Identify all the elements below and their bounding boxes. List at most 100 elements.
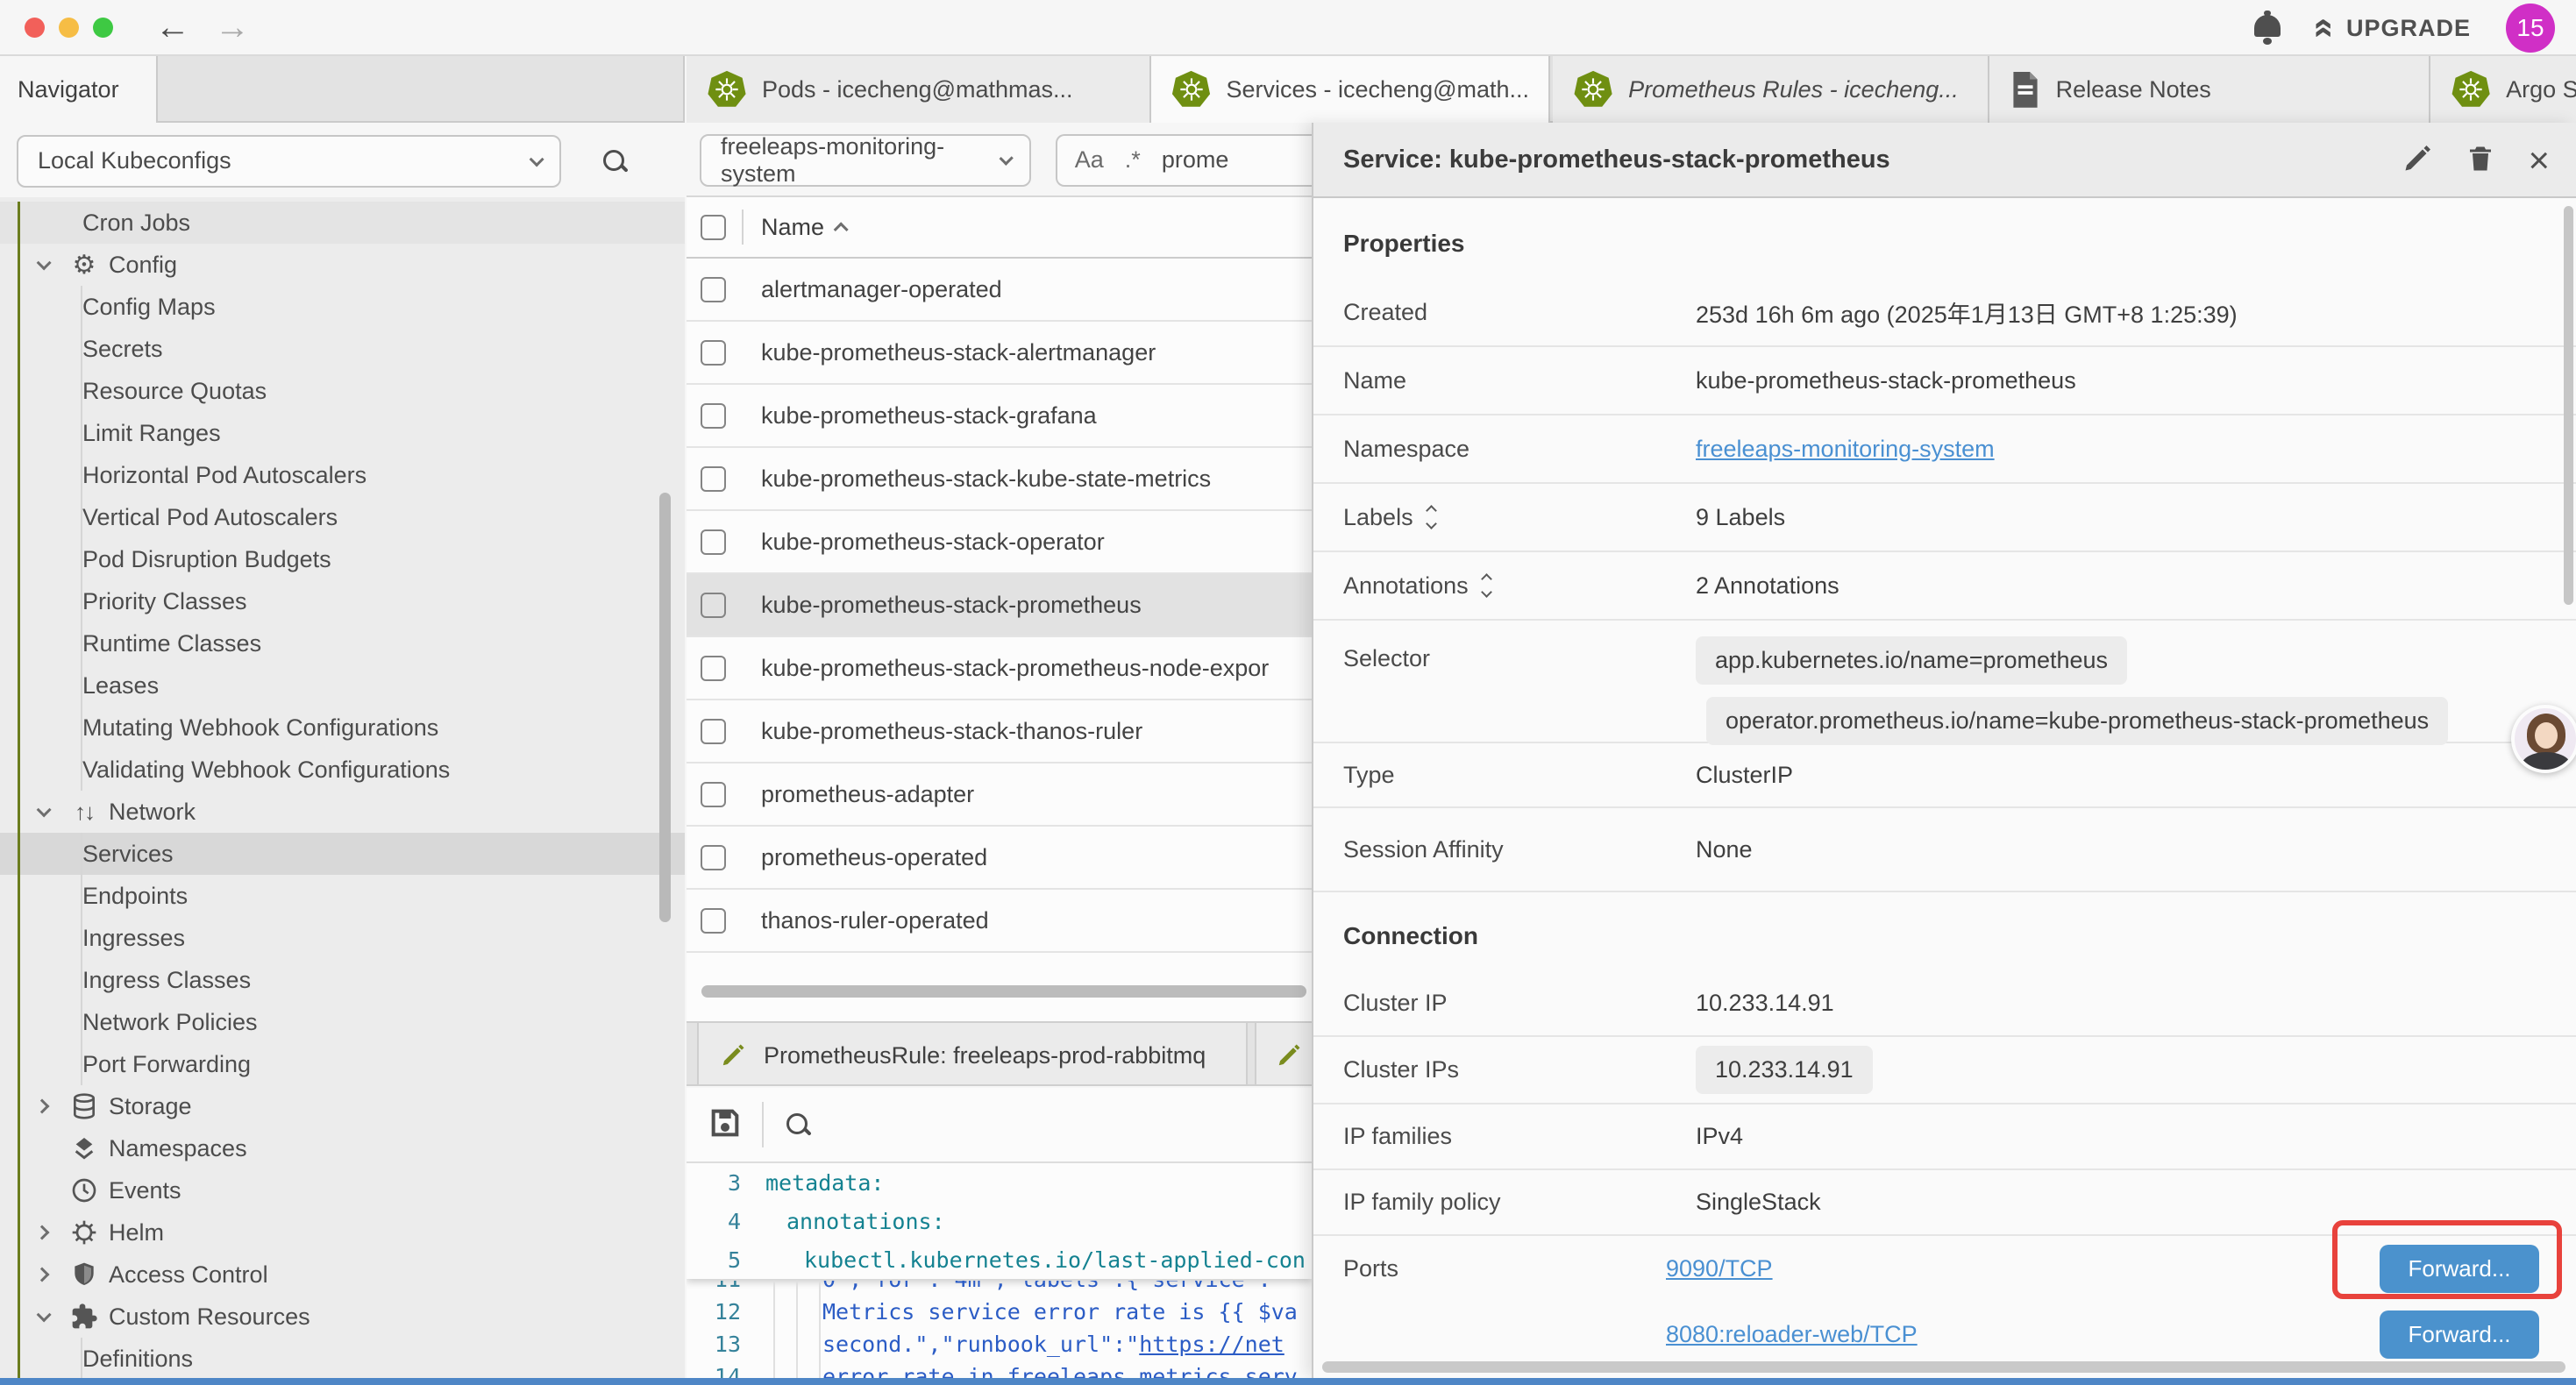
forward-arrow-icon[interactable]: → xyxy=(215,1,250,53)
sidebar-item-config[interactable]: ⚙ Config xyxy=(0,244,685,286)
sidebar-item-validating-webhook-configurations[interactable]: Validating Webhook Configurations xyxy=(0,749,685,791)
annotations-count[interactable]: 2 Annotations xyxy=(1696,572,1839,600)
sidebar-item-limit-ranges[interactable]: Limit Ranges xyxy=(0,412,685,454)
table-row-selected[interactable]: kube-prometheus-stack-prometheus xyxy=(687,574,1312,637)
name-column-header[interactable]: Name xyxy=(761,214,824,241)
database-icon xyxy=(67,1092,102,1120)
save-icon[interactable] xyxy=(708,1105,743,1145)
sidebar-item-network-policies[interactable]: Network Policies xyxy=(0,1001,685,1043)
selector-chip[interactable]: app.kubernetes.io/name=prometheus xyxy=(1696,636,2127,685)
row-checkbox[interactable] xyxy=(701,908,726,934)
sidebar-item-config-maps[interactable]: Config Maps xyxy=(0,286,685,328)
select-all-checkbox[interactable] xyxy=(701,215,726,240)
sidebar-item-ingress-classes[interactable]: Ingress Classes xyxy=(0,959,685,1001)
table-row[interactable]: kube-prometheus-stack-prometheus-node-ex… xyxy=(687,637,1312,700)
regex-toggle[interactable]: .* xyxy=(1125,146,1141,174)
tab-pods[interactable]: Pods - icecheng@mathmas... xyxy=(687,56,1151,123)
match-case-toggle[interactable]: Aa xyxy=(1075,146,1104,174)
sidebar-item-definitions[interactable]: Definitions xyxy=(0,1338,685,1378)
row-checkbox[interactable] xyxy=(701,593,726,618)
cluster-ips-chip[interactable]: 10.233.14.91 xyxy=(1696,1046,1873,1094)
row-checkbox[interactable] xyxy=(701,529,726,555)
table-row[interactable]: kube-prometheus-stack-grafana xyxy=(687,385,1312,448)
sidebar-item-port-forwarding[interactable]: Port Forwarding xyxy=(0,1043,685,1085)
table-row[interactable]: prometheus-adapter xyxy=(687,764,1312,827)
editor-search-icon[interactable] xyxy=(785,1112,811,1138)
row-checkbox[interactable] xyxy=(701,782,726,807)
sidebar-item-resource-quotas[interactable]: Resource Quotas xyxy=(0,370,685,412)
sidebar-item-endpoints[interactable]: Endpoints xyxy=(0,875,685,917)
expand-collapse-icon[interactable] xyxy=(1483,575,1491,596)
row-checkbox[interactable] xyxy=(701,719,726,744)
tab-navigator[interactable]: Navigator xyxy=(0,56,158,123)
table-horizontal-scrollbar-thumb[interactable] xyxy=(701,985,1306,998)
table-row[interactable]: kube-prometheus-stack-kube-state-metrics xyxy=(687,448,1312,511)
table-row[interactable]: kube-prometheus-stack-thanos-ruler xyxy=(687,700,1312,764)
minimize-window-button[interactable] xyxy=(59,18,79,38)
sidebar-item-vertical-pod-autoscalers[interactable]: Vertical Pod Autoscalers xyxy=(0,496,685,538)
namespace-link[interactable]: freeleaps-monitoring-system xyxy=(1696,436,1995,463)
sidebar-item-cron-jobs[interactable]: Cron Jobs xyxy=(0,202,685,244)
sidebar-scrollbar-thumb[interactable] xyxy=(659,493,671,922)
sidebar-item-helm[interactable]: Helm xyxy=(0,1211,685,1254)
row-checkbox[interactable] xyxy=(701,656,726,681)
sidebar-item-leases[interactable]: Leases xyxy=(0,664,685,707)
port-link[interactable]: 9090/TCP xyxy=(1666,1255,1773,1282)
delete-trash-icon[interactable] xyxy=(2465,143,2496,179)
sidebar-item-custom-resources[interactable]: Custom Resources xyxy=(0,1296,685,1338)
detail-horizontal-scrollbar-thumb[interactable] xyxy=(1322,1361,2565,1373)
row-checkbox[interactable] xyxy=(701,340,726,366)
sidebar-item-services[interactable]: Services xyxy=(0,833,685,875)
table-row[interactable]: kube-prometheus-stack-operator xyxy=(687,511,1312,574)
forward-button[interactable]: Forward... xyxy=(2380,1310,2539,1359)
table-row[interactable]: prometheus-operated xyxy=(687,827,1312,890)
selector-chip[interactable]: operator.prometheus.io/name=kube-prometh… xyxy=(1706,697,2448,745)
row-checkbox[interactable] xyxy=(701,466,726,492)
avatar[interactable] xyxy=(2511,705,2576,773)
table-search-input[interactable]: Aa .* prome xyxy=(1056,134,1312,187)
tab-prometheus-rules[interactable]: Prometheus Rules - icecheng... xyxy=(1553,56,1989,123)
sidebar-search-icon[interactable] xyxy=(601,148,628,174)
editor-tab-partial[interactable] xyxy=(1255,1023,1312,1086)
edit-pencil-icon[interactable] xyxy=(2402,143,2433,179)
notification-count-badge[interactable]: 15 xyxy=(2506,4,2555,53)
detail-vertical-scrollbar-thumb[interactable] xyxy=(2564,206,2573,605)
editor-sticky-scroll: 3metadata: 4annotations: 5kubectl.kubern… xyxy=(687,1163,1312,1279)
namespace-select[interactable]: freeleaps-monitoring-system xyxy=(700,134,1031,187)
yaml-editor[interactable]: 3metadata: 4annotations: 5kubectl.kubern… xyxy=(687,1163,1312,1378)
sidebar-item-runtime-classes[interactable]: Runtime Classes xyxy=(0,622,685,664)
sidebar-item-secrets[interactable]: Secrets xyxy=(0,328,685,370)
sidebar-item-network[interactable]: ↑↓ Network xyxy=(0,791,685,833)
runbook-url-link[interactable]: https://net xyxy=(1139,1332,1284,1357)
tab-argo[interactable]: Argo Se xyxy=(2430,56,2576,123)
pencil-icon xyxy=(1276,1042,1302,1069)
sidebar-item-access-control[interactable]: Access Control xyxy=(0,1254,685,1296)
expand-collapse-icon[interactable] xyxy=(1427,507,1435,528)
zoom-window-button[interactable] xyxy=(93,18,113,38)
back-arrow-icon[interactable]: ← xyxy=(155,1,190,53)
row-checkbox[interactable] xyxy=(701,845,726,870)
tab-release-notes[interactable]: Release Notes xyxy=(1989,56,2431,123)
editor-tab-prometheusrule[interactable]: PrometheusRule: freeleaps-prod-rabbitmq xyxy=(697,1023,1248,1086)
sidebar-item-namespaces[interactable]: Namespaces xyxy=(0,1127,685,1169)
table-row[interactable]: kube-prometheus-stack-alertmanager xyxy=(687,322,1312,385)
labels-count[interactable]: 9 Labels xyxy=(1696,504,1785,531)
close-window-button[interactable] xyxy=(25,18,45,38)
upgrade-button[interactable]: « UPGRADE xyxy=(2316,15,2471,42)
kubeconfig-select[interactable]: Local Kubeconfigs xyxy=(17,135,561,188)
row-checkbox[interactable] xyxy=(701,403,726,429)
sidebar-item-events[interactable]: Events xyxy=(0,1169,685,1211)
sidebar-item-pod-disruption-budgets[interactable]: Pod Disruption Budgets xyxy=(0,538,685,580)
table-row[interactable]: alertmanager-operated xyxy=(687,259,1312,322)
sidebar-item-ingresses[interactable]: Ingresses xyxy=(0,917,685,959)
row-checkbox[interactable] xyxy=(701,277,726,302)
table-row[interactable]: thanos-ruler-operated xyxy=(687,890,1312,953)
sidebar-item-priority-classes[interactable]: Priority Classes xyxy=(0,580,685,622)
port-link[interactable]: 8080:reloader-web/TCP xyxy=(1666,1321,1918,1348)
sidebar-item-horizontal-pod-autoscalers[interactable]: Horizontal Pod Autoscalers xyxy=(0,454,685,496)
close-panel-icon[interactable]: × xyxy=(2528,145,2550,176)
sidebar-item-storage[interactable]: Storage xyxy=(0,1085,685,1127)
sidebar-item-mutating-webhook-configurations[interactable]: Mutating Webhook Configurations xyxy=(0,707,685,749)
tab-services[interactable]: Services - icecheng@math... × xyxy=(1151,56,1551,123)
notifications-bell-icon[interactable] xyxy=(2254,15,2281,37)
